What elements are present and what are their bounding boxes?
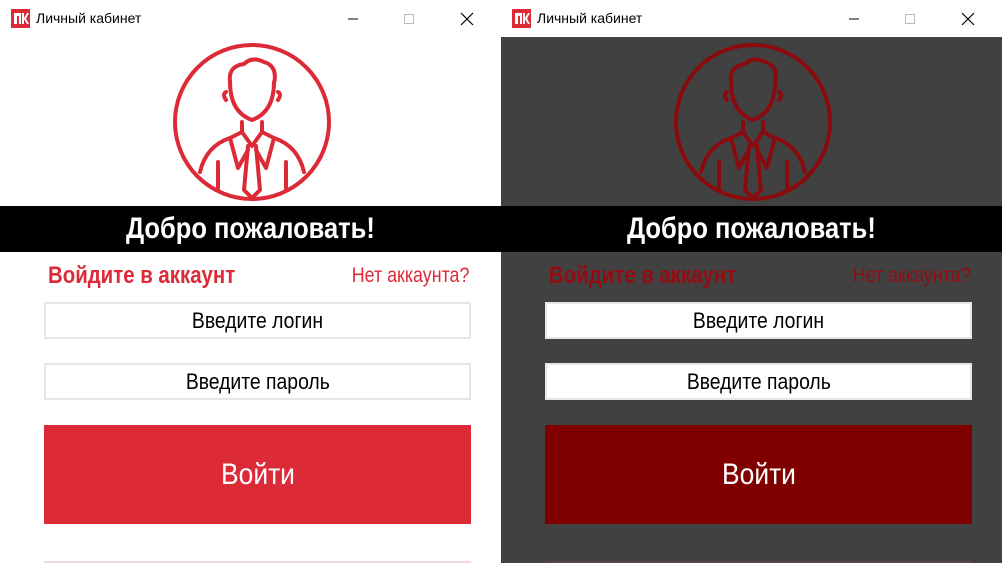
login-button-label: Войти — [220, 457, 295, 491]
welcome-banner: Добро пожаловать! — [501, 206, 1002, 252]
register-link[interactable]: Нет аккаунта? — [832, 264, 970, 288]
login-heading: Войдите в аккаунт — [48, 262, 268, 290]
welcome-text: Добро пожаловать! — [627, 212, 876, 245]
register-link[interactable]: Нет аккаунта? — [331, 264, 469, 288]
maximize-icon — [905, 13, 915, 24]
title-bar[interactable]: Личный кабинет — [501, 0, 1002, 37]
close-button[interactable] — [945, 0, 991, 37]
register-link-text: Нет аккаунта? — [852, 264, 970, 287]
minimize-button[interactable] — [831, 0, 877, 37]
close-icon — [460, 12, 474, 25]
login-window-light: Личный кабинет Добро пожаловать! Войдите… — [0, 0, 501, 563]
login-placeholder: Введите логин — [191, 307, 324, 333]
login-input[interactable]: Введите логин — [545, 302, 972, 339]
login-heading-text: Войдите в аккаунт — [48, 262, 236, 289]
login-button[interactable]: Войти — [545, 425, 972, 524]
minimize-button[interactable] — [330, 0, 376, 37]
login-button-label: Войти — [721, 457, 796, 491]
password-input[interactable]: Введите пароль — [545, 363, 972, 400]
minimize-icon — [348, 18, 358, 19]
app-logo-icon — [11, 9, 30, 28]
close-icon — [961, 12, 975, 25]
login-placeholder: Введите логин — [692, 307, 825, 333]
login-input[interactable]: Введите логин — [44, 302, 471, 339]
welcome-banner: Добро пожаловать! — [0, 206, 501, 252]
password-placeholder: Введите пароль — [185, 368, 330, 394]
register-link-text: Нет аккаунта? — [351, 264, 469, 287]
password-placeholder: Введите пароль — [686, 368, 831, 394]
maximize-button[interactable] — [887, 0, 933, 37]
password-input[interactable]: Введите пароль — [44, 363, 471, 400]
login-heading-text: Войдите в аккаунт — [549, 262, 737, 289]
maximize-button[interactable] — [386, 0, 432, 37]
login-heading: Войдите в аккаунт — [549, 262, 769, 290]
app-logo-icon — [512, 9, 531, 28]
login-window-dark: Личный кабинет Добро пожаловать! Войдите… — [501, 0, 1002, 563]
user-avatar-icon — [674, 43, 832, 201]
user-avatar-icon — [173, 43, 331, 201]
window-title: Личный кабинет — [537, 10, 643, 26]
welcome-text: Добро пожаловать! — [126, 212, 375, 245]
minimize-icon — [849, 18, 859, 19]
login-button[interactable]: Войти — [44, 425, 471, 524]
window-title: Личный кабинет — [36, 10, 142, 26]
maximize-icon — [404, 13, 414, 24]
title-bar[interactable]: Личный кабинет — [0, 0, 501, 37]
close-button[interactable] — [444, 0, 490, 37]
